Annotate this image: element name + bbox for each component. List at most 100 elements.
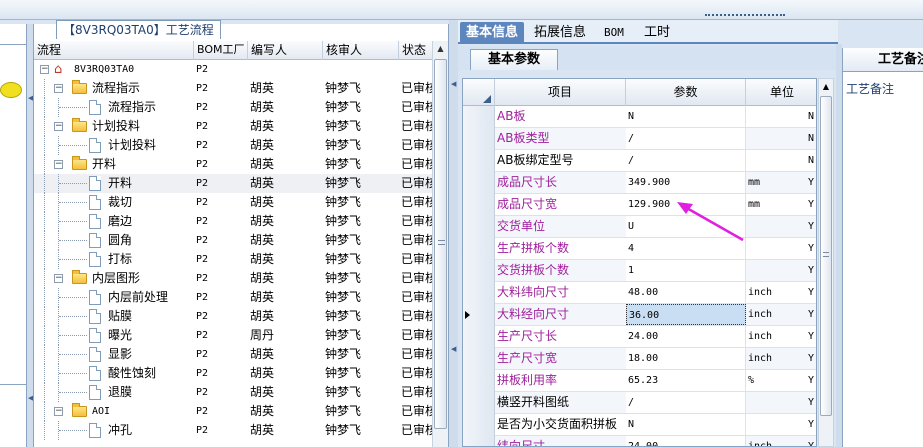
- tree-row[interactable]: − ⌂ 8V3RQ03TA0 P2: [34, 60, 432, 79]
- tree-row[interactable]: 打标 P2 胡英 钟梦飞 已审核: [34, 250, 432, 269]
- row-selector[interactable]: [463, 392, 495, 414]
- tree-row[interactable]: 退膜 P2 胡英 钟梦飞 已审核: [34, 383, 432, 402]
- tree-row[interactable]: 裁切 P2 胡英 钟梦飞 已审核: [34, 193, 432, 212]
- param-value-field[interactable]: N: [626, 106, 746, 127]
- collapse-arrow-icon[interactable]: ◀: [28, 94, 33, 102]
- scroll-up-icon[interactable]: ▲: [433, 41, 448, 57]
- tree-row[interactable]: − 开料 P2 胡英 钟梦飞 已审核: [34, 155, 432, 174]
- collapse-arrow-icon[interactable]: ◀: [451, 80, 456, 88]
- col-header-author[interactable]: 编写人: [248, 41, 323, 60]
- tree-row[interactable]: 计划投料 P2 胡英 钟梦飞 已审核: [34, 136, 432, 155]
- params-vertical-scrollbar[interactable]: ▲: [818, 78, 834, 447]
- row-selector[interactable]: [463, 436, 495, 446]
- row-selector[interactable]: [463, 304, 495, 326]
- select-all-corner[interactable]: [463, 79, 495, 106]
- row-selector[interactable]: [463, 216, 495, 238]
- param-value-field[interactable]: U: [626, 216, 746, 237]
- center-splitter[interactable]: ◀ ◀: [449, 20, 458, 447]
- scroll-thumb[interactable]: [434, 59, 447, 429]
- row-selector[interactable]: [463, 282, 495, 304]
- param-value-field[interactable]: 48.00: [626, 282, 746, 303]
- collapse-toggle-icon[interactable]: −: [54, 407, 63, 416]
- param-row[interactable]: 拼板利用率 65.23% Y: [463, 370, 816, 392]
- param-row[interactable]: 大料纬向尺寸 48.00 inch Y: [463, 282, 816, 304]
- tree-row[interactable]: 酸性蚀刻 P2 胡英 钟梦飞 已审核: [34, 364, 432, 383]
- tree-row[interactable]: 内层前处理 P2 胡英 钟梦飞 已审核: [34, 288, 432, 307]
- param-row[interactable]: 纬向尺寸 24.00 inch Y: [463, 436, 816, 446]
- param-row[interactable]: 交货单位 U Y: [463, 216, 816, 238]
- collapse-arrow-icon[interactable]: ◀: [28, 394, 33, 402]
- tree-row[interactable]: 流程指示 P2 胡英 钟梦飞 已审核: [34, 98, 432, 117]
- col-header-param[interactable]: 参数: [626, 79, 746, 106]
- param-value-field[interactable]: 24.00: [626, 436, 746, 446]
- tree-row[interactable]: 冲孔 P2 胡英 钟梦飞 已审核: [34, 421, 432, 440]
- col-header-reviewer[interactable]: 核审人: [323, 41, 399, 60]
- row-selector[interactable]: [463, 172, 495, 194]
- row-selector[interactable]: [463, 414, 495, 436]
- collapse-arrow-icon[interactable]: ◀: [451, 345, 456, 353]
- param-row[interactable]: 成品尺寸宽 129.900 mm Y: [463, 194, 816, 216]
- param-value-field[interactable]: N: [626, 414, 746, 435]
- param-row[interactable]: 成品尺寸长 349.900 mm Y: [463, 172, 816, 194]
- tree-row[interactable]: 圆角 P2 胡英 钟梦飞 已审核: [34, 231, 432, 250]
- col-header-unit[interactable]: 单位: [746, 79, 816, 106]
- row-selector[interactable]: [463, 238, 495, 260]
- row-selector[interactable]: [463, 326, 495, 348]
- col-header-status[interactable]: 状态: [399, 41, 432, 60]
- tree-row[interactable]: 显影 P2 胡英 钟梦飞 已审核: [34, 345, 432, 364]
- param-row[interactable]: 交货拼板个数 1 Y: [463, 260, 816, 282]
- tab-bom[interactable]: BOM: [598, 22, 630, 44]
- tab-work-hours[interactable]: 工时: [638, 22, 676, 44]
- row-selector[interactable]: [463, 106, 495, 128]
- subtab-basic-params[interactable]: 基本参数: [470, 49, 558, 70]
- param-row[interactable]: 生产拼板个数 4 Y: [463, 238, 816, 260]
- collapse-toggle-icon[interactable]: −: [54, 122, 63, 131]
- param-row[interactable]: AB板类型 / N: [463, 128, 816, 150]
- scroll-up-icon[interactable]: ▲: [819, 79, 833, 95]
- tree-row[interactable]: 磨边 P2 胡英 钟梦飞 已审核: [34, 212, 432, 231]
- param-value-field[interactable]: 349.900: [626, 172, 746, 193]
- collapse-toggle-icon[interactable]: −: [54, 84, 63, 93]
- collapse-toggle-icon[interactable]: −: [54, 274, 63, 283]
- param-row[interactable]: AB板 N N: [463, 106, 816, 128]
- tree-row[interactable]: − 内层图形 P2 胡英 钟梦飞 已审核: [34, 269, 432, 288]
- param-value-field[interactable]: 18.00: [626, 348, 746, 369]
- message-bubble-icon[interactable]: [0, 82, 22, 98]
- param-row[interactable]: 是否为小交货面积拼板 N Y: [463, 414, 816, 436]
- tree-row[interactable]: − AOI P2 胡英 钟梦飞 已审核: [34, 402, 432, 421]
- row-selector[interactable]: [463, 370, 495, 392]
- param-value-field[interactable]: 36.00: [626, 304, 746, 325]
- flow-vertical-scrollbar[interactable]: ▲: [432, 41, 448, 447]
- param-value-field[interactable]: /: [626, 392, 746, 413]
- tree-row[interactable]: 开料 P2 胡英 钟梦飞 已审核: [34, 174, 432, 193]
- param-row[interactable]: 生产尺寸长 24.00 inch Y: [463, 326, 816, 348]
- param-value-field[interactable]: /: [626, 150, 746, 171]
- process-flow-tab[interactable]: 【8V3RQ03TA0】工艺流程: [56, 20, 221, 39]
- param-value-field[interactable]: 65.23: [626, 370, 746, 391]
- col-header-item[interactable]: 项目: [495, 79, 626, 106]
- param-value-field[interactable]: 4: [626, 238, 746, 259]
- param-row[interactable]: 生产尺寸宽 18.00 inch Y: [463, 348, 816, 370]
- param-value-field[interactable]: /: [626, 128, 746, 149]
- col-header-bom[interactable]: BOM工厂: [194, 41, 248, 60]
- param-value-field[interactable]: 1: [626, 260, 746, 281]
- param-row[interactable]: 横竖开料图纸 / Y: [463, 392, 816, 414]
- tree-row[interactable]: − 计划投料 P2 胡英 钟梦飞 已审核: [34, 117, 432, 136]
- tree-row[interactable]: − 流程指示 P2 胡英 钟梦飞 已审核: [34, 79, 432, 98]
- scroll-thumb[interactable]: [820, 96, 832, 416]
- param-value-field[interactable]: 129.900: [626, 194, 746, 215]
- tree-row[interactable]: 贴膜 P2 胡英 钟梦飞 已审核: [34, 307, 432, 326]
- row-selector[interactable]: [463, 128, 495, 150]
- param-value-field[interactable]: 24.00: [626, 326, 746, 347]
- tab-extended-info[interactable]: 拓展信息: [528, 22, 592, 44]
- collapse-toggle-icon[interactable]: −: [40, 65, 49, 74]
- collapse-toggle-icon[interactable]: −: [54, 160, 63, 169]
- col-header-flow[interactable]: 流程: [34, 41, 194, 60]
- tree-row[interactable]: 曝光 P2 周丹 钟梦飞 已审核: [34, 326, 432, 345]
- tab-basic-info[interactable]: 基本信息: [460, 22, 525, 44]
- row-selector[interactable]: [463, 260, 495, 282]
- param-row[interactable]: 大料经向尺寸 36.00 inch Y: [463, 304, 816, 326]
- param-row[interactable]: AB板绑定型号 / N: [463, 150, 816, 172]
- row-selector[interactable]: [463, 194, 495, 216]
- resize-grip[interactable]: [705, 14, 785, 18]
